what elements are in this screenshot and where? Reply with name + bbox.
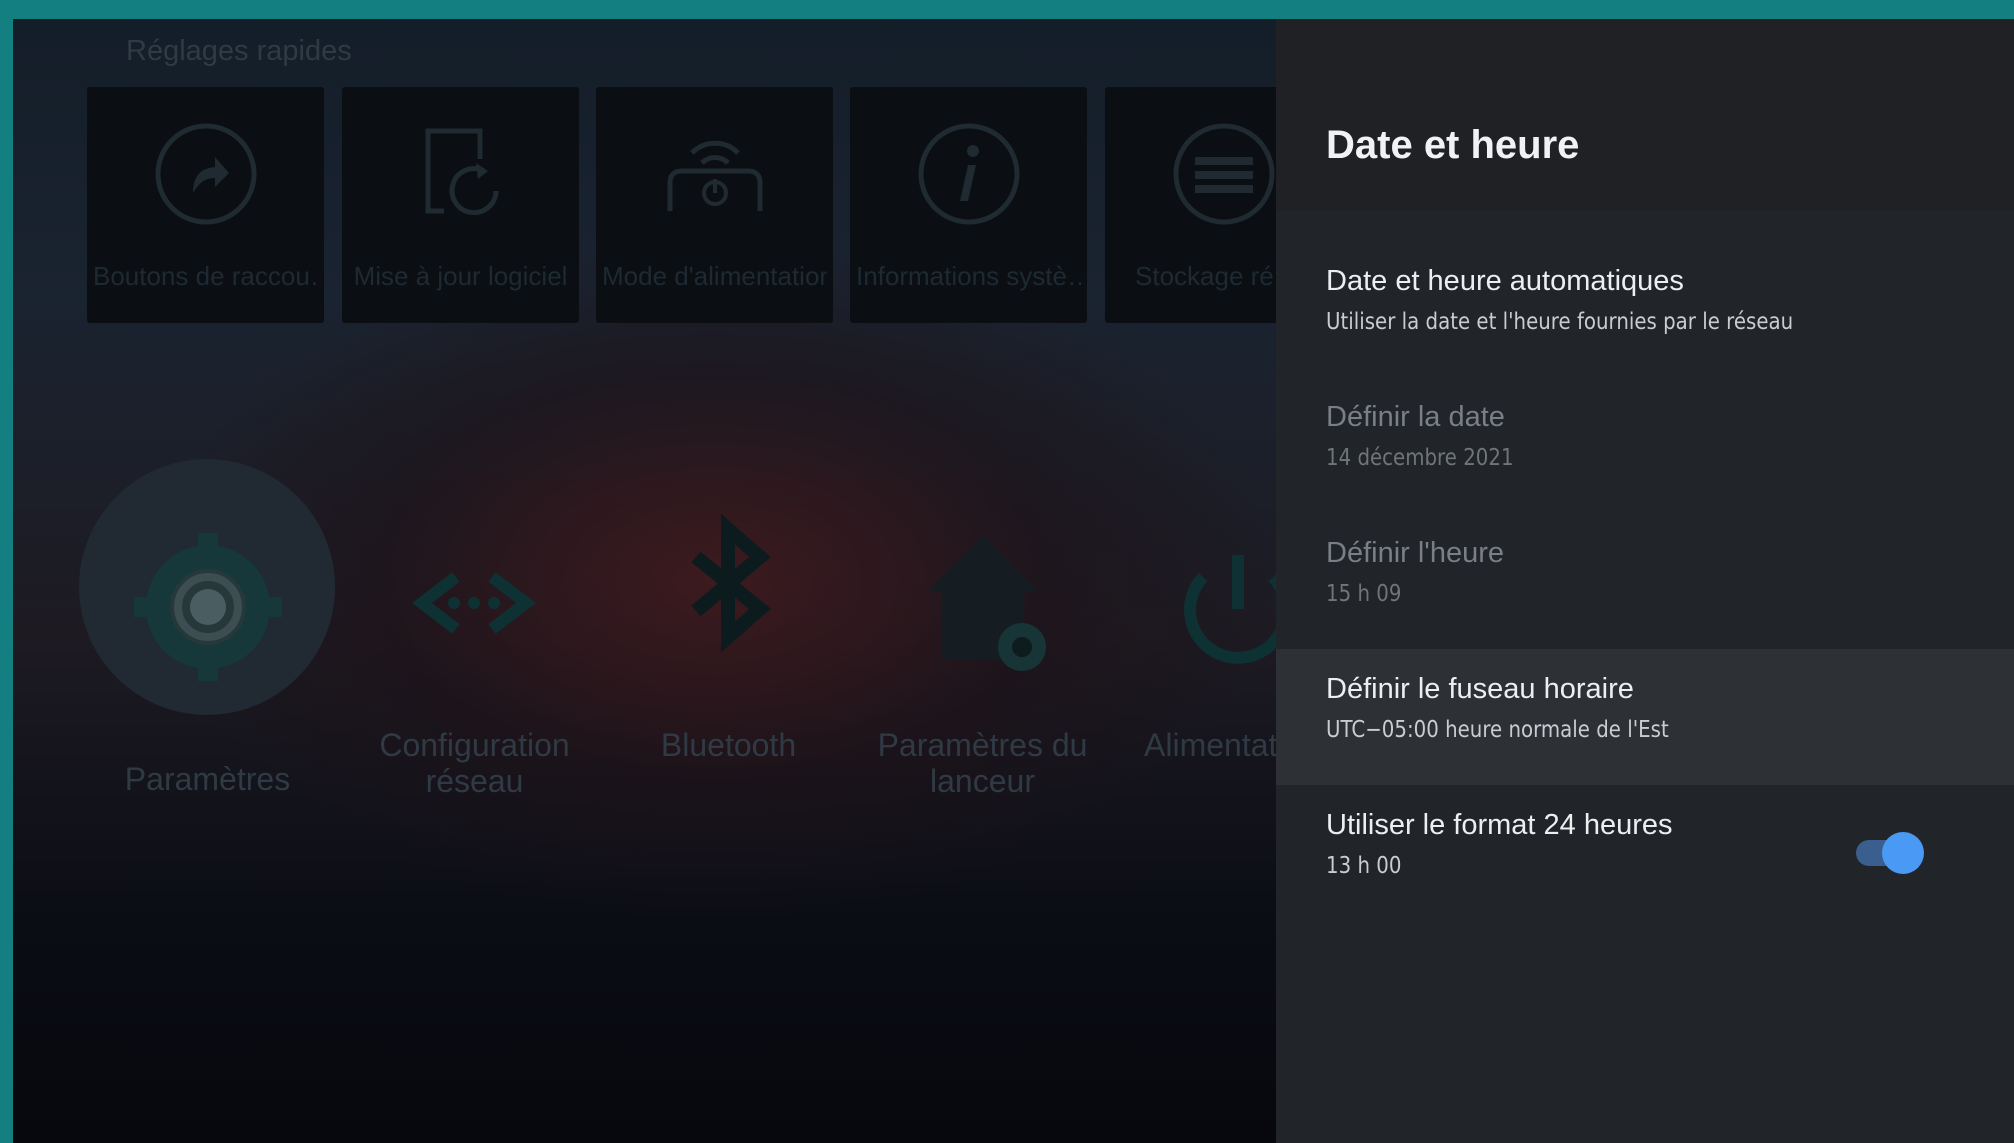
setting-subtitle: 15 h 09 <box>1326 581 1402 607</box>
info-icon <box>918 123 1020 225</box>
setting-automatic-date-time[interactable]: Date et heure automatiques Utiliser la d… <box>1276 241 2014 377</box>
launcher-settings-icon <box>928 535 1046 671</box>
tv-screen: Réglages rapides Boutons de raccou… Mise… <box>13 19 2014 1143</box>
setting-title: Définir le fuseau horaire <box>1326 673 1634 705</box>
setting-title: Utiliser le format 24 heures <box>1326 809 1673 841</box>
shortcut-icon <box>155 123 257 225</box>
panel-header: Date et heure <box>1276 19 2014 210</box>
setting-time-zone[interactable]: Définir le fuseau horaire UTC−05:00 heur… <box>1276 649 2014 785</box>
setting-set-date[interactable]: Définir la date 14 décembre 2021 <box>1276 377 2014 513</box>
settings-gear-icon <box>134 533 282 681</box>
app-label: Paramètres <box>124 761 291 797</box>
app-label: Configuration réseau <box>379 727 570 799</box>
setting-subtitle: Utiliser la date et l'heure fournies par… <box>1326 309 1794 335</box>
app-label: Paramètres du lanceur <box>877 727 1088 799</box>
setting-subtitle: 14 décembre 2021 <box>1326 445 1514 471</box>
date-time-panel: Date et heure Date et heure automatiques… <box>1276 19 2014 1143</box>
quick-tile-power-mode[interactable]: Mode d'alimentation <box>596 87 833 323</box>
setting-subtitle: UTC−05:00 heure normale de l'Est <box>1326 717 1669 743</box>
toggle-thumb <box>1882 832 1924 874</box>
setting-subtitle: 13 h 00 <box>1326 853 1402 879</box>
setting-title: Date et heure automatiques <box>1326 265 1684 297</box>
panel-title: Date et heure <box>1326 123 1580 167</box>
quick-tile-software-update[interactable]: Mise à jour logiciel <box>342 87 579 323</box>
24-hour-toggle[interactable] <box>1856 831 1926 875</box>
software-update-icon <box>425 128 499 216</box>
quick-tile-label: Boutons de raccou… <box>93 261 318 291</box>
setting-set-time[interactable]: Définir l'heure 15 h 09 <box>1276 513 2014 649</box>
quick-tile-shortcut-buttons[interactable]: Boutons de raccou… <box>87 87 324 323</box>
quick-tile-system-info[interactable]: Informations systè… <box>850 87 1087 323</box>
bluetooth-icon <box>691 513 771 653</box>
quick-settings-title: Réglages rapides <box>126 35 352 67</box>
setting-24-hour-format[interactable]: Utiliser le format 24 heures 13 h 00 <box>1276 785 2014 921</box>
storage-icon <box>1173 123 1275 225</box>
quick-tile-label: Informations systè… <box>856 261 1081 291</box>
app-label: Bluetooth <box>660 727 797 763</box>
launcher-background: Réglages rapides Boutons de raccou… Mise… <box>13 19 1342 1143</box>
setting-title: Définir la date <box>1326 401 1505 433</box>
quick-tile-label: Mise à jour logiciel <box>353 261 568 291</box>
quick-tile-label: Mode d'alimentation <box>602 261 827 291</box>
power-mode-icon <box>667 140 763 211</box>
network-config-icon <box>412 572 536 634</box>
setting-title: Définir l'heure <box>1326 537 1505 569</box>
